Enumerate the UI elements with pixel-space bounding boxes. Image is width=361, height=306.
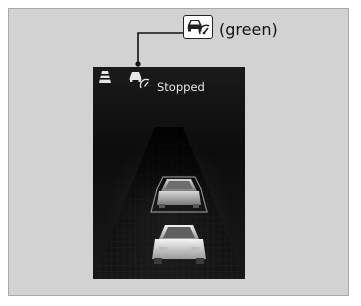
display-indicator-icon <box>129 72 150 89</box>
status-text: Stopped <box>157 80 205 94</box>
